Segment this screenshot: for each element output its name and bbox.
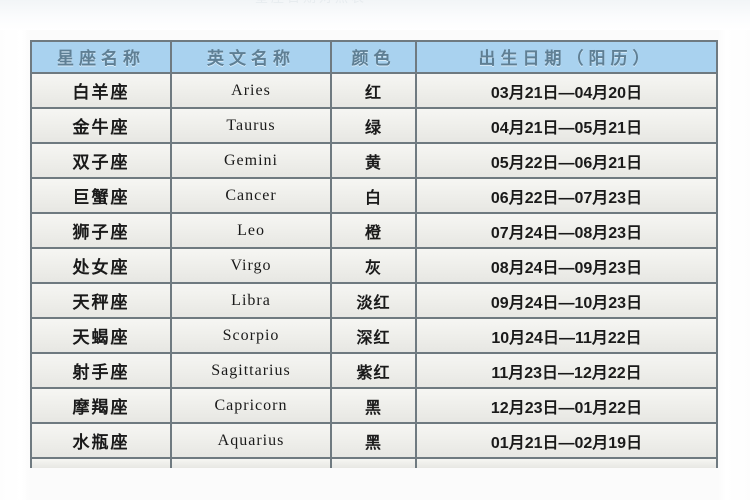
cell-zodiac-name: 金牛座 [30, 109, 170, 144]
cell-birth-date: 04月21日—05月21日 [415, 109, 718, 144]
table-row: 水瓶座 Aquarius 黑 01月21日—02月19日 [30, 424, 718, 459]
cell-english-name: Aquarius [170, 424, 330, 459]
column-header-english-name: 英文名称 [170, 40, 330, 74]
cell-color: 黑 [330, 389, 415, 424]
table-row: 天蝎座 Scorpio 深红 10月24日—11月22日 [30, 319, 718, 354]
cell-color: 深红 [330, 319, 415, 354]
table-row: 双子座 Gemini 黄 05月22日—06月21日 [30, 144, 718, 179]
cell-color: 橙 [330, 214, 415, 249]
table-row: 巨蟹座 Cancer 白 06月22日—07月23日 [30, 179, 718, 214]
cell-clipped [30, 459, 170, 468]
cell-zodiac-name: 射手座 [30, 354, 170, 389]
column-header-color: 颜色 [330, 40, 415, 74]
cell-birth-date: 01月21日—02月19日 [415, 424, 718, 459]
clipped-title-text: 星座日期对照表 [255, 0, 367, 6]
table-header: 星座名称 英文名称 颜色 出生日期（阳历） [30, 40, 718, 74]
cell-color: 黑 [330, 424, 415, 459]
cell-birth-date: 05月22日—06月21日 [415, 144, 718, 179]
cell-color: 紫红 [330, 354, 415, 389]
cell-birth-date: 09月24日—10月23日 [415, 284, 718, 319]
cell-clipped [330, 459, 415, 468]
cell-birth-date: 12月23日—01月22日 [415, 389, 718, 424]
column-header-color-label: 颜色 [351, 48, 396, 68]
cell-birth-date: 08月24日—09月23日 [415, 249, 718, 284]
cell-zodiac-name: 白羊座 [30, 74, 170, 109]
cell-color: 淡红 [330, 284, 415, 319]
cell-clipped [170, 459, 330, 468]
cell-english-name: Gemini [170, 144, 330, 179]
cell-birth-date: 11月23日—12月22日 [415, 354, 718, 389]
table-row: 摩羯座 Capricorn 黑 12月23日—01月22日 [30, 389, 718, 424]
cell-clipped [415, 459, 718, 468]
cell-color: 灰 [330, 249, 415, 284]
cell-color: 白 [330, 179, 415, 214]
cell-english-name: Libra [170, 284, 330, 319]
table-header-row: 星座名称 英文名称 颜色 出生日期（阳历） [30, 40, 718, 74]
cell-color: 绿 [330, 109, 415, 144]
column-header-name-label: 星座名称 [57, 48, 145, 68]
table-row: 射手座 Sagittarius 紫红 11月23日—12月22日 [30, 354, 718, 389]
column-header-english-name-label: 英文名称 [207, 48, 295, 68]
cell-birth-date: 03月21日—04月20日 [415, 74, 718, 109]
table-body: 白羊座 Aries 红 03月21日—04月20日 金牛座 Taurus 绿 04月21日—0… [30, 74, 718, 468]
cell-zodiac-name: 天秤座 [30, 284, 170, 319]
cell-english-name: Leo [170, 214, 330, 249]
cell-english-name: Virgo [170, 249, 330, 284]
cell-zodiac-name: 处女座 [30, 249, 170, 284]
clipped-title-strip: 星座日期对照表 [0, 0, 750, 30]
table-row-clipped [30, 459, 718, 468]
cell-zodiac-name: 天蝎座 [30, 319, 170, 354]
zodiac-date-table: 星座名称 英文名称 颜色 出生日期（阳历） 白羊座 Aries 红 03月21日—04… [30, 40, 718, 468]
cell-english-name: Taurus [170, 109, 330, 144]
cell-english-name: Capricorn [170, 389, 330, 424]
table-row: 狮子座 Leo 橙 07月24日—08月23日 [30, 214, 718, 249]
column-header-name: 星座名称 [30, 40, 170, 74]
cell-birth-date: 06月22日—07月23日 [415, 179, 718, 214]
cell-color: 红 [330, 74, 415, 109]
column-header-birth-date-label: 出生日期（阳历） [478, 48, 655, 68]
cell-english-name: Sagittarius [170, 354, 330, 389]
cell-zodiac-name: 巨蟹座 [30, 179, 170, 214]
cell-birth-date: 10月24日—11月22日 [415, 319, 718, 354]
cell-zodiac-name: 摩羯座 [30, 389, 170, 424]
page-surface: 星座日期对照表 星座名称 英文名称 颜色 [0, 0, 750, 500]
cell-zodiac-name: 水瓶座 [30, 424, 170, 459]
cell-zodiac-name: 双子座 [30, 144, 170, 179]
table-row: 天秤座 Libra 淡红 09月24日—10月23日 [30, 284, 718, 319]
cell-english-name: Cancer [170, 179, 330, 214]
table-row: 金牛座 Taurus 绿 04月21日—05月21日 [30, 109, 718, 144]
cell-english-name: Scorpio [170, 319, 330, 354]
cell-birth-date: 07月24日—08月23日 [415, 214, 718, 249]
cell-color: 黄 [330, 144, 415, 179]
column-header-birth-date: 出生日期（阳历） [415, 40, 718, 74]
cell-english-name: Aries [170, 74, 330, 109]
table-row: 白羊座 Aries 红 03月21日—04月20日 [30, 74, 718, 109]
cell-zodiac-name: 狮子座 [30, 214, 170, 249]
zodiac-table-container: 星座名称 英文名称 颜色 出生日期（阳历） 白羊座 Aries 红 03月21日—04… [30, 40, 718, 468]
table-row: 处女座 Virgo 灰 08月24日—09月23日 [30, 249, 718, 284]
